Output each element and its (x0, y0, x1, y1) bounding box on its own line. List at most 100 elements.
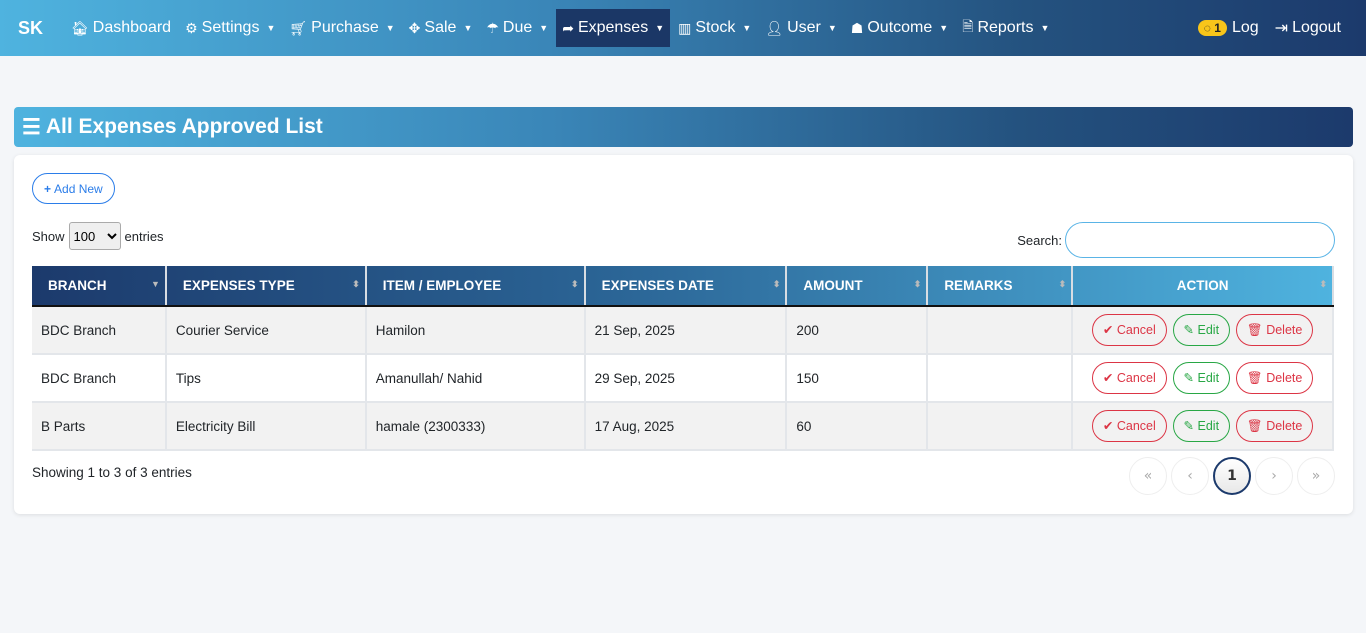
cancel-label: Cancel (1116, 371, 1156, 385)
table-cell: 17 Aug, 2025 (584, 402, 788, 451)
caret-down-icon: ▼ (655, 23, 665, 33)
content-card: + Add New Show 100 entries Search: BRANCH… (14, 155, 1353, 514)
nav-item-reports[interactable]: 🗎 Reports ▼ (956, 9, 1055, 47)
nav-label: Settings (201, 19, 260, 36)
delete-label: Delete (1266, 323, 1303, 337)
caret-down-icon: ▼ (939, 23, 949, 33)
action-cell: ✔ Cancel ✎ Edit 🗑︎ Delete (1072, 306, 1334, 355)
table-info: Showing 1 to 3 of 3 entries (32, 465, 192, 480)
column-header[interactable]: AMOUNT ⬍ (786, 266, 929, 307)
table-cell: Electricity Bill (165, 402, 367, 451)
table-cell (927, 354, 1074, 403)
table-cell: Hamilon (365, 306, 586, 355)
prev-page-button[interactable]: ‹ (1171, 457, 1209, 495)
nav-item-settings[interactable]: ⚙ Settings ▼ (179, 9, 281, 47)
nav-item-user[interactable]: 👤︎ User ▼ (759, 9, 842, 47)
column-header[interactable]: REMARKS ⬍ (927, 266, 1074, 307)
bar-chart-icon: ▥ (678, 19, 692, 36)
nav-label: Stock (695, 19, 736, 36)
caret-down-icon: ▼ (742, 23, 752, 33)
log-link[interactable]: Log (1232, 19, 1259, 37)
add-new-label: Add New (54, 181, 103, 196)
search-label: Search: (1017, 232, 1062, 248)
table-cell: Tips (165, 354, 367, 403)
sort-icon: ▼ (150, 279, 160, 289)
cart-icon: 🛒︎ (289, 19, 308, 36)
list-icon: ☰ (22, 115, 41, 139)
table-row: BDC Branch Courier Service Hamilon 21 Sep, … (32, 306, 1334, 355)
umbrella-icon: ☂ (486, 19, 499, 36)
last-page-button[interactable]: » (1297, 457, 1335, 495)
nav-label: Reports (977, 19, 1034, 36)
table-cell: Amanullah/ Nahid (365, 354, 586, 403)
delete-button[interactable]: 🗑︎ Delete (1235, 362, 1314, 394)
sort-icon: ⬍ (352, 279, 360, 289)
delete-label: Delete (1266, 371, 1303, 385)
caret-down-icon: ▼ (539, 23, 549, 33)
table-cell: 21 Sep, 2025 (584, 306, 788, 355)
edit-label: Edit (1197, 323, 1220, 337)
logout-link[interactable]: Logout (1292, 19, 1341, 37)
cancel-label: Cancel (1116, 419, 1156, 433)
edit-button[interactable]: ✎ Edit (1172, 410, 1231, 442)
pagination: « ‹ 1 › » (1129, 457, 1335, 495)
header-label: AMOUNT (803, 278, 863, 293)
header-label: BRANCH (48, 278, 107, 293)
top-navbar: SK 🏠︎ Dashboard ⚙ Settings ▼ 🛒︎ Purchase ▼ ✥ Sale… (0, 0, 1366, 56)
delete-label: Delete (1266, 419, 1303, 433)
column-header[interactable]: EXPENSES DATE ⬍ (584, 266, 788, 307)
caret-down-icon: ▼ (266, 23, 276, 33)
check-icon: ✔ (1102, 371, 1114, 385)
nav-label: User (787, 19, 821, 36)
search-box: Search: (1017, 222, 1335, 258)
action-cell: ✔ Cancel ✎ Edit 🗑︎ Delete (1072, 354, 1334, 403)
logout-icon: ⇥ (1274, 20, 1289, 37)
table-cell: 200 (786, 306, 929, 355)
next-page-button[interactable]: › (1255, 457, 1293, 495)
edit-button[interactable]: ✎ Edit (1172, 314, 1231, 346)
column-header[interactable]: EXPENSES TYPE ⬍ (165, 266, 367, 307)
column-header[interactable]: BRANCH ▼ (32, 266, 167, 307)
edit-button[interactable]: ✎ Edit (1172, 362, 1231, 394)
entries-select[interactable]: 100 (68, 222, 121, 250)
brand-logo[interactable]: SK (18, 18, 43, 39)
cancel-button[interactable]: ✔ Cancel (1091, 410, 1167, 442)
header-label: EXPENSES TYPE (182, 278, 295, 293)
search-input[interactable] (1065, 222, 1335, 258)
page-title: All Expenses Approved List (45, 115, 323, 138)
page-1-button[interactable]: 1 (1213, 457, 1251, 495)
table-cell: BDC Branch (32, 306, 167, 355)
nav-item-due[interactable]: ☂ Due ▼ (480, 9, 554, 47)
nav-item-dashboard[interactable]: 🏠︎ Dashboard (65, 9, 177, 47)
edit-icon: ✎ (1183, 419, 1195, 433)
add-new-button[interactable]: + Add New (32, 173, 115, 204)
edit-label: Edit (1197, 371, 1220, 385)
entries-label: entries (124, 228, 164, 244)
nav-item-purchase[interactable]: 🛒︎ Purchase ▼ (283, 9, 400, 47)
sort-icon: ⬍ (1319, 279, 1327, 289)
nav-item-outcome[interactable]: ☗ Outcome ▼ (845, 9, 954, 47)
cancel-button[interactable]: ✔ Cancel (1091, 314, 1167, 346)
nav-item-stock[interactable]: ▥ Stock ▼ (672, 9, 757, 47)
cancel-button[interactable]: ✔ Cancel (1091, 362, 1167, 394)
entries-length: Show 100 entries (32, 222, 164, 250)
table-cell: BDC Branch (32, 354, 167, 403)
nav-label: Outcome (867, 19, 933, 36)
caret-down-icon: ▼ (827, 23, 837, 33)
column-header[interactable]: ITEM / EMPLOYEE ⬍ (365, 266, 586, 307)
first-page-button[interactable]: « (1129, 457, 1167, 495)
user-secret-icon: ☗ (850, 19, 864, 36)
column-header[interactable]: ACTION ⬍ (1072, 266, 1334, 307)
nav-label: Due (502, 19, 533, 36)
edit-label: Edit (1197, 419, 1220, 433)
delete-button[interactable]: 🗑︎ Delete (1235, 410, 1314, 442)
trash-icon: 🗑︎ (1246, 323, 1263, 337)
nav-item-expenses[interactable]: ➦ Expenses ▼ (556, 9, 671, 47)
log-count: 1 (1214, 21, 1221, 35)
delete-button[interactable]: 🗑︎ Delete (1235, 314, 1314, 346)
cancel-label: Cancel (1116, 323, 1156, 337)
caret-down-icon: ▼ (463, 23, 473, 33)
nav-item-sale[interactable]: ✥ Sale ▼ (403, 9, 479, 47)
header-label: ITEM / EMPLOYEE (382, 278, 502, 293)
log-badge[interactable]: ◌ 1 (1197, 20, 1227, 36)
